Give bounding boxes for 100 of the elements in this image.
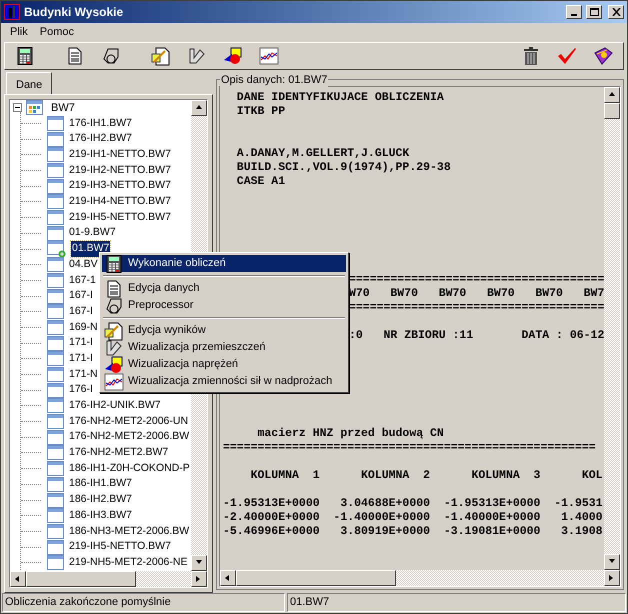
- tree-item[interactable]: 186-NH3-MET2-2006.BW: [68, 524, 190, 540]
- tree-item[interactable]: 176-IH2.BW7: [68, 131, 134, 148]
- tree-item[interactable]: 176-IH1.BW7: [68, 116, 134, 132]
- group-title: Opis danych: 01.BW7: [220, 72, 328, 88]
- shapes-icon: [104, 356, 124, 374]
- horizontal-scrollbar[interactable]: [10, 571, 207, 587]
- tree-item[interactable]: 167-1: [68, 272, 97, 288]
- tree-item[interactable]: 04.BV: [68, 256, 99, 273]
- window-file-icon: [47, 320, 64, 335]
- trash-icon: [523, 46, 539, 66]
- minus-icon: [15, 105, 20, 110]
- window-file-icon: [47, 210, 64, 226]
- context-menu-item[interactable]: Wizualizacja naprężeń: [102, 356, 346, 373]
- text-line: DANE IDENTYFIKUJACE OBLICZENIA: [236, 91, 444, 104]
- menu-item[interactable]: Pomoc: [34, 24, 80, 41]
- status-file: 01.BW7: [287, 593, 626, 612]
- window-file-icon: [47, 492, 64, 508]
- tree-item[interactable]: 171-N: [68, 366, 99, 382]
- minimize-button[interactable]: [566, 5, 582, 19]
- arrow-up-icon: [608, 91, 616, 99]
- tree-item[interactable]: 219-NH5-MET2-2006-NE: [68, 554, 188, 571]
- edit-document-icon: [104, 320, 124, 340]
- text-line: =====================================: [349, 301, 604, 314]
- context-menu-item[interactable]: Wizualizacja zmienności sił w nadprożach: [102, 373, 346, 390]
- arrow-up-icon: [195, 104, 203, 112]
- scroll-thumb[interactable]: [604, 103, 620, 119]
- tab[interactable]: Dane: [6, 72, 52, 94]
- scroll-left-button[interactable]: [220, 570, 236, 586]
- tree-item[interactable]: 176-NH2-MET2.BW7: [68, 445, 170, 461]
- tree-item[interactable]: 171-I: [68, 335, 94, 352]
- window-file-icon: [47, 178, 64, 194]
- window-file-icon: [47, 445, 64, 460]
- context-menu-item[interactable]: Edycja wyników: [102, 322, 346, 339]
- tree-item[interactable]: 176-NH2-MET2-2006-UN: [68, 414, 190, 430]
- scroll-left-button[interactable]: [10, 571, 26, 587]
- bent-frame-icon: [105, 338, 123, 356]
- window-file-icon: [47, 508, 64, 524]
- tree-item[interactable]: 176-IH2-UNIK.BW7: [68, 398, 162, 414]
- line-chart-icon: [104, 372, 124, 390]
- horizontal-scrollbar[interactable]: [220, 570, 620, 586]
- document-icon: [107, 280, 121, 298]
- scroll-down-button[interactable]: [604, 554, 620, 570]
- window-file-icon: [47, 555, 64, 570]
- context-menu-item[interactable]: Wizualizacja przemieszczeń: [102, 339, 346, 356]
- window-file-icon: [47, 257, 64, 272]
- scroll-down-button[interactable]: [191, 555, 207, 571]
- scroll-right-button[interactable]: [604, 570, 620, 586]
- app-icon: [4, 4, 20, 20]
- scroll-thumb[interactable]: [236, 570, 396, 586]
- context-menu-item[interactable]: Preprocessor: [102, 297, 346, 314]
- edit-document-icon: [151, 46, 171, 66]
- collapse-toggle[interactable]: [13, 103, 22, 112]
- window-file-icon: [47, 351, 64, 366]
- tree-item[interactable]: 01.BW7: [71, 241, 110, 257]
- window-file-icon: [47, 398, 64, 414]
- tree-item[interactable]: 219-IH5-NETTO.BW7: [68, 210, 172, 226]
- context-menu-item[interactable]: Edycja danych: [102, 280, 346, 297]
- scroll-thumb[interactable]: [26, 571, 136, 587]
- window-file-icon: [47, 382, 64, 398]
- tree-item[interactable]: 171-I: [68, 350, 94, 367]
- tree-item[interactable]: 186-IH3.BW7: [68, 508, 134, 524]
- tree-item[interactable]: 167-I: [68, 288, 94, 304]
- scroll-up-button[interactable]: [191, 100, 207, 116]
- close-button[interactable]: [608, 5, 624, 19]
- document-icon: [68, 47, 82, 65]
- maximize-button[interactable]: [586, 5, 602, 19]
- tree-item[interactable]: BW7: [51, 100, 75, 116]
- context-menu-item[interactable]: Wykonanie obliczeń: [102, 255, 346, 272]
- text-line: ======================================================: [223, 441, 596, 454]
- status-message: Obliczenia zakończone pomyślnie: [2, 593, 285, 612]
- tree-item[interactable]: 186-IH1.BW7: [68, 476, 134, 492]
- close-icon: [612, 8, 620, 16]
- window-file-icon: [47, 476, 64, 492]
- tree-item[interactable]: 219-IH2-NETTO.BW7: [68, 162, 172, 178]
- window-file-icon: [47, 147, 64, 162]
- tree-item[interactable]: 167-I: [68, 304, 94, 320]
- bent-frame-icon: [188, 47, 206, 65]
- window-file-icon: [47, 430, 64, 445]
- tree-item[interactable]: 219-IH1-NETTO.BW7: [68, 147, 172, 163]
- scroll-up-button[interactable]: [604, 87, 620, 103]
- calculator-icon: [17, 47, 33, 65]
- text-line: -5.46996E+0000 3.80919E+0000 -3.19081E+0000 3.1908: [223, 525, 603, 538]
- scroll-right-button[interactable]: [191, 571, 207, 587]
- shape-outline-icon: [105, 296, 123, 314]
- tree-item[interactable]: 01-9.BW7: [68, 225, 117, 242]
- file-added-icon: [47, 240, 67, 258]
- window-file-icon: [47, 461, 64, 476]
- tree-item[interactable]: 219-IH3-NETTO.BW7: [68, 178, 172, 194]
- toolbar-button[interactable]: [257, 45, 281, 67]
- menu-item[interactable]: Plik: [4, 24, 34, 41]
- tree-item[interactable]: 186-IH2.BW7: [68, 492, 134, 508]
- vertical-scrollbar[interactable]: [604, 87, 620, 570]
- tree-item[interactable]: 169-N: [68, 320, 99, 336]
- tree-item[interactable]: 176-I: [68, 382, 94, 398]
- tree-item[interactable]: 219-IH5-NETTO.BW7: [68, 539, 172, 555]
- tree-item[interactable]: 176-NH2-MET2-2006.BW: [68, 429, 190, 446]
- tree-item[interactable]: 219-IH4-NETTO.BW7: [68, 194, 172, 210]
- window-file-icon: [47, 226, 64, 241]
- text-line: :0 NR ZBIORU :11 DATA : 06-12: [349, 329, 604, 342]
- tree-item[interactable]: 186-IH1-Z0H-COKOND-P: [68, 460, 191, 477]
